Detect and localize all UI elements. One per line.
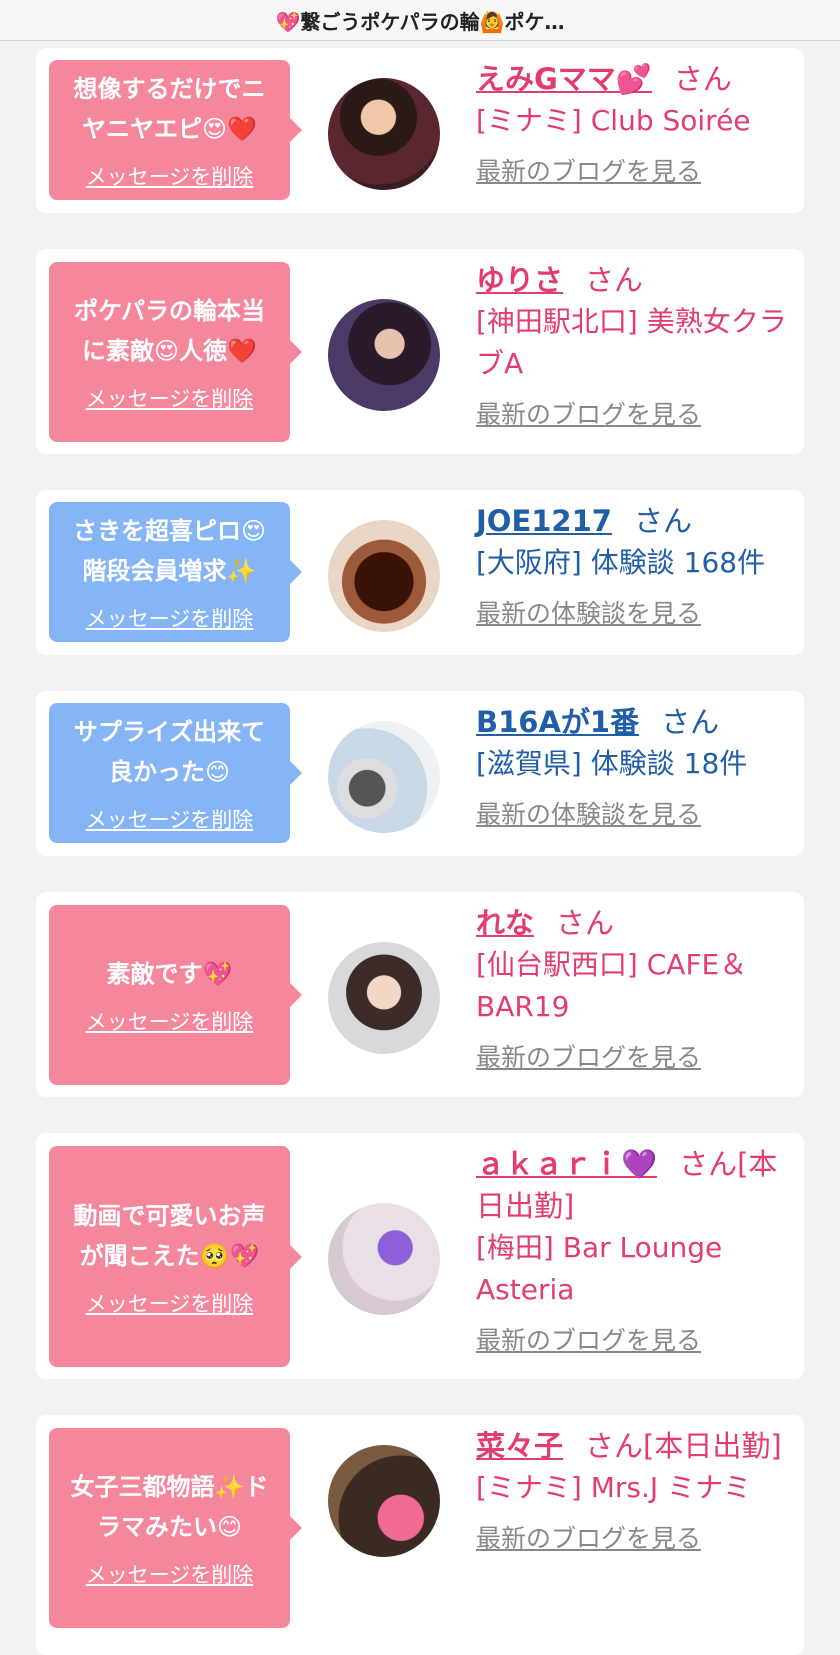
user-name-link[interactable]: ゆりさ	[476, 263, 563, 297]
delete-message-link[interactable]: メッセージを削除	[86, 804, 254, 834]
honorific: さん[本日出勤]	[585, 1429, 782, 1463]
message-text: 想像するだけでニ ヤニヤエピ😍❤️	[73, 75, 266, 143]
delete-message-link[interactable]: メッセージを削除	[86, 161, 254, 191]
list-item: 動画で可愛いお声 が聞こえた🥺💖 メッセージを削除 ａｋａｒｉ💜 さん[本日出勤]…	[36, 1133, 804, 1379]
message-bubble: 動画で可愛いお声 が聞こえた🥺💖 メッセージを削除	[49, 1146, 302, 1367]
list-item: 女子三都物語✨ド ラマみたい😊 メッセージを削除 菜々子 さん[本日出勤] [ミナ…	[36, 1415, 804, 1655]
shop-detail: [ミナミ] Mrs.J ミナミ	[476, 1471, 752, 1504]
latest-blog-link[interactable]: 最新のブログを見る	[476, 1321, 701, 1357]
message-bubble: 女子三都物語✨ド ラマみたい😊 メッセージを削除	[49, 1428, 302, 1628]
message-bubble: ポケパラの輪本当 に素敵😍人徳❤️ メッセージを削除	[49, 262, 302, 442]
shop-detail: [仙台駅西口] CAFE＆BAR19	[476, 948, 748, 1023]
latest-blog-link[interactable]: 最新のブログを見る	[476, 1519, 701, 1555]
delete-message-link[interactable]: メッセージを削除	[86, 1288, 254, 1318]
honorific: さん	[556, 906, 615, 940]
honorific: さん	[673, 62, 732, 96]
user-name-link[interactable]: れな	[476, 906, 534, 940]
honorific: さん	[661, 705, 720, 739]
user-name-link[interactable]: B16Aが1番	[476, 705, 639, 739]
message-bubble: さきを超喜ピロ😍 階段会員増求✨ メッセージを削除	[49, 502, 302, 642]
avatar[interactable]	[328, 721, 440, 833]
user-name-link[interactable]: JOE1217	[476, 504, 612, 538]
report-detail: [大阪府] 体験談 168件	[476, 546, 766, 579]
latest-blog-link[interactable]: 最新のブログを見る	[476, 1038, 701, 1074]
avatar[interactable]	[328, 942, 440, 1054]
user-name-link[interactable]: 菜々子	[476, 1429, 563, 1463]
message-bubble: サプライズ出来て 良かった😊 メッセージを削除	[49, 703, 302, 843]
delete-message-link[interactable]: メッセージを削除	[86, 1559, 254, 1589]
honorific: さん	[633, 504, 692, 538]
list-item: 想像するだけでニ ヤニヤエピ😍❤️ メッセージを削除 えみGママ💕 さん [ミナミ…	[36, 48, 804, 213]
delete-message-link[interactable]: メッセージを削除	[86, 603, 254, 633]
delete-message-link[interactable]: メッセージを削除	[86, 383, 254, 413]
avatar[interactable]	[328, 520, 440, 632]
page-title: 💖繋ごうポケパラの輪🙆ポケ…	[275, 9, 565, 34]
avatar[interactable]	[328, 78, 440, 190]
honorific: さん	[585, 263, 644, 297]
page-title-bar: 💖繋ごうポケパラの輪🙆ポケ…	[0, 0, 840, 41]
user-name-link[interactable]: ａｋａｒｉ💜	[476, 1147, 657, 1181]
report-detail: [滋賀県] 体験談 18件	[476, 747, 748, 780]
shop-detail: [ミナミ] Club Soirée	[476, 104, 751, 137]
message-text: 女子三都物語✨ド ラマみたい😊	[70, 1473, 269, 1541]
list-item: 素敵です💖 メッセージを削除 れな さん [仙台駅西口] CAFE＆BAR19 最…	[36, 892, 804, 1097]
message-text: 素敵です💖	[106, 960, 233, 988]
latest-report-link[interactable]: 最新の体験談を見る	[476, 594, 701, 630]
avatar[interactable]	[328, 1203, 440, 1315]
latest-blog-link[interactable]: 最新のブログを見る	[476, 395, 701, 431]
shop-detail: [梅田] Bar Lounge Asteria	[476, 1231, 723, 1306]
message-text: サプライズ出来て 良かった😊	[73, 718, 266, 786]
list-item: さきを超喜ピロ😍 階段会員増求✨ メッセージを削除 JOE1217 さん [大阪府…	[36, 490, 804, 655]
shop-detail: [神田駅北口] 美熟女クラブA	[476, 305, 787, 380]
message-bubble: 想像するだけでニ ヤニヤエピ😍❤️ メッセージを削除	[49, 60, 302, 200]
list-item: サプライズ出来て 良かった😊 メッセージを削除 B16Aが1番 さん [滋賀県] …	[36, 691, 804, 856]
message-text: 動画で可愛いお声 が聞こえた🥺💖	[73, 1201, 266, 1270]
user-name-link[interactable]: えみGママ💕	[476, 62, 652, 96]
list-item: ポケパラの輪本当 に素敵😍人徳❤️ メッセージを削除 ゆりさ さん [神田駅北口]…	[36, 249, 804, 454]
latest-blog-link[interactable]: 最新のブログを見る	[476, 152, 701, 188]
delete-message-link[interactable]: メッセージを削除	[86, 1006, 254, 1036]
message-bubble: 素敵です💖 メッセージを削除	[49, 905, 302, 1085]
avatar[interactable]	[328, 1445, 440, 1557]
message-text: さきを超喜ピロ😍 階段会員増求✨	[72, 517, 267, 585]
avatar[interactable]	[328, 299, 440, 411]
message-text: ポケパラの輪本当 に素敵😍人徳❤️	[73, 297, 266, 365]
latest-report-link[interactable]: 最新の体験談を見る	[476, 795, 701, 831]
